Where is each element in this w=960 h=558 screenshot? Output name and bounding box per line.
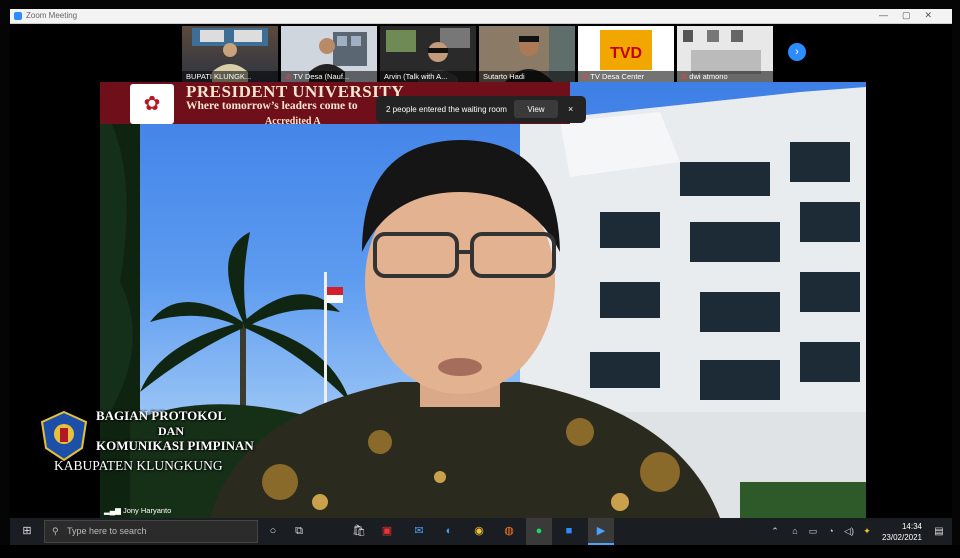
speaker-name-label: ▂▄▆ Jony Haryanto <box>104 506 171 515</box>
mail-icon[interactable]: ✉ <box>408 518 430 545</box>
participant-name: BUPATI KLUNGK... <box>182 71 278 82</box>
taskbar-search-placeholder: Type here to search <box>67 526 147 536</box>
waiting-room-message: 2 people entered the waiting room <box>386 105 507 114</box>
battery-icon[interactable]: ▭ <box>806 518 820 545</box>
spotify-icon[interactable]: ● <box>526 518 552 545</box>
participant-name-text: TV Desa (Nauf... <box>293 72 350 81</box>
watermark-line: BAGIAN PROTOKOL <box>96 408 227 423</box>
participant-name: ⊘ TV Desa Center <box>578 71 674 82</box>
chevron-right-icon: › <box>795 46 799 58</box>
windows-start-icon[interactable]: ⊞ <box>16 518 38 545</box>
store-icon[interactable]: 🛍 <box>348 518 370 545</box>
signal-icon: ▂▄▆ <box>104 506 121 515</box>
window-title-bar: Zoom Meeting —▢✕ <box>10 9 952 24</box>
chevron-up-icon[interactable]: ⌃ <box>768 518 782 545</box>
participant-tile[interactable]: ⊘ dwi atmono <box>677 26 773 82</box>
participant-tile[interactable]: ⊘ TV Desa (Nauf... <box>281 26 377 82</box>
svg-text:TVD: TVD <box>610 45 642 62</box>
participant-tile[interactable]: TVD ⊘ TV Desa Center <box>578 26 674 82</box>
participant-tile[interactable]: Sutarto Hadi <box>479 26 575 82</box>
monitor-bezel <box>0 545 960 558</box>
participant-name: ⊘ TV Desa (Nauf... <box>281 71 377 82</box>
mic-muted-icon: ⊘ <box>681 72 688 81</box>
participant-name: ⊘ dwi atmono <box>677 71 773 82</box>
university-tagline: Where tomorrow’s leaders come to <box>186 100 358 112</box>
window-title: Zoom Meeting <box>26 11 78 20</box>
watermark: BAGIAN PROTOKOL DAN KOMUNIKASI PIMPINAN … <box>40 404 254 476</box>
office-icon[interactable]: ▣ <box>376 518 398 545</box>
gallery-next-button[interactable]: › <box>788 43 806 61</box>
participant-tile[interactable]: BUPATI KLUNGK... <box>182 26 278 82</box>
view-waiting-room-button[interactable]: View <box>514 100 558 118</box>
regency-emblem-icon <box>40 410 88 462</box>
speaker-name: Jony Haryanto <box>122 506 172 515</box>
university-accreditation: Accredited A <box>265 116 321 127</box>
zoom-app-icon <box>14 12 22 20</box>
watermark-line: DAN <box>158 424 184 438</box>
participant-name-text: TV Desa Center <box>590 72 645 81</box>
participant-gallery: BUPATI KLUNGK... ⊘ TV Desa (Nauf... Arvin… <box>182 26 773 82</box>
participant-tile[interactable]: Arvin (Talk with A... <box>380 26 476 82</box>
chrome-icon[interactable]: ◉ <box>468 518 490 545</box>
firefox-icon[interactable]: ◍ <box>498 518 520 545</box>
edge-icon[interactable]: ◐ <box>438 518 460 545</box>
clock-time: 14:34 <box>901 522 922 531</box>
notification-app-icon[interactable]: ✦ <box>860 518 874 545</box>
participant-name: Sutarto Hadi <box>479 71 575 82</box>
window-controls[interactable]: —▢✕ <box>879 10 946 21</box>
participant-name-text: dwi atmono <box>689 72 728 81</box>
volume-icon[interactable]: ◁) <box>842 518 856 545</box>
watermark-line: KABUPATEN KLUNGKUNG <box>54 458 223 473</box>
close-icon[interactable]: × <box>568 104 573 114</box>
waiting-room-notification: 2 people entered the waiting room View × <box>376 96 586 123</box>
mic-muted-icon: ⊘ <box>285 72 292 81</box>
task-view-icon[interactable]: ⧉ <box>288 518 310 545</box>
cortana-icon[interactable]: ○ <box>262 518 284 545</box>
participant-name: Arvin (Talk with A... <box>380 71 476 82</box>
system-clock[interactable]: 14:34 23/02/2021 <box>882 521 922 543</box>
clock-date: 23/02/2021 <box>881 533 922 542</box>
watermark-line: KOMUNIKASI PIMPINAN <box>96 438 254 453</box>
zoom-taskbar-icon[interactable]: ■ <box>556 518 582 545</box>
search-icon: ⚲ <box>52 526 59 536</box>
action-center-icon[interactable]: ▤ <box>930 518 948 545</box>
taskbar: ⊞ ⚲ Type here to search ○ ⧉ 🛍 ▣ ✉ ◐ ◉ ◍ … <box>10 518 952 545</box>
wifi-icon[interactable]: ◔ <box>824 518 838 545</box>
meeting-app-icon[interactable]: ▶ <box>588 518 614 545</box>
university-logo-icon: ✿ <box>130 84 174 124</box>
network-icon[interactable]: ⌂ <box>788 518 802 545</box>
mic-muted-icon: ⊘ <box>582 72 589 81</box>
taskbar-search-input[interactable]: ⚲ Type here to search <box>44 520 258 543</box>
university-name: PRESIDENT UNIVERSITY <box>186 82 404 101</box>
